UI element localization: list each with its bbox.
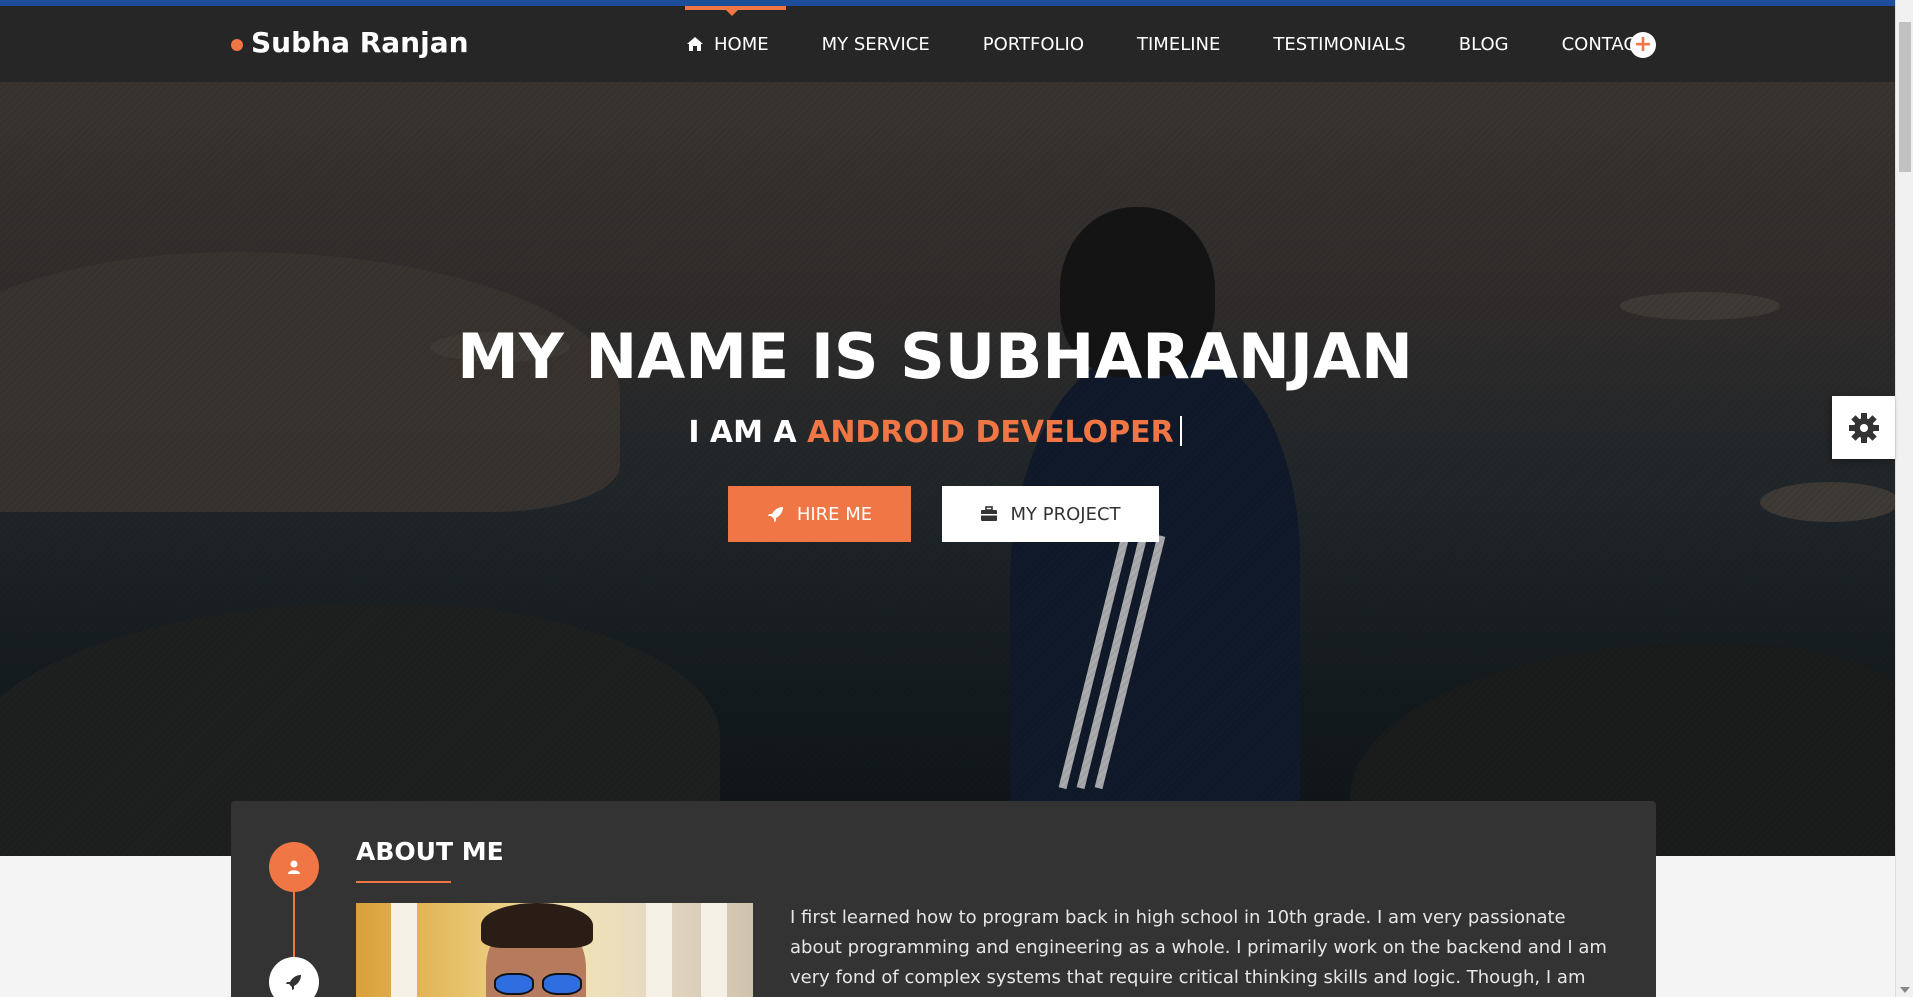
settings-toggle[interactable]: [1832, 396, 1895, 459]
hero-section: MY NAME IS SUBHARANJAN I AM A ANDROID DE…: [0, 82, 1895, 856]
nav-timeline[interactable]: TIMELINE: [1137, 6, 1220, 82]
hero-subtitle: I AM A ANDROID DEVELOPER: [0, 415, 1870, 450]
hero-overlay: [0, 82, 1895, 856]
nav-blog[interactable]: BLOG: [1459, 6, 1509, 82]
user-icon: [288, 860, 300, 874]
nav-timeline-label: TIMELINE: [1137, 33, 1221, 55]
nav-home-label: HOME: [714, 33, 769, 55]
rocket-icon: [286, 975, 301, 990]
scroll-down-arrow[interactable]: [1900, 987, 1910, 993]
plus-icon[interactable]: +: [1630, 32, 1656, 58]
my-project-label: MY PROJECT: [1010, 503, 1121, 525]
hire-me-button[interactable]: HIRE ME: [728, 486, 911, 542]
about-section: ABOUT ME I first learned how to program …: [231, 801, 1656, 997]
about-title-underline: [356, 881, 451, 883]
nav-my-service-label: MY SERVICE: [821, 33, 930, 55]
home-icon: [687, 37, 703, 51]
scrollbar-thumb[interactable]: [1899, 22, 1911, 172]
photo-bg-pillar: [391, 903, 417, 997]
photo-hair: [481, 903, 593, 948]
nav-my-service[interactable]: MY SERVICE: [822, 6, 930, 82]
nav-testimonials[interactable]: TESTIMONIALS: [1273, 6, 1405, 82]
main-menu: HOME MY SERVICE PORTFOLIO TIMELINE TESTI…: [685, 6, 1700, 82]
photo-bg-pillar: [701, 903, 727, 997]
nav-blog-label: BLOG: [1458, 33, 1509, 55]
nav-portfolio[interactable]: PORTFOLIO: [983, 6, 1084, 82]
about-title: ABOUT ME: [356, 837, 504, 866]
hire-me-label: HIRE ME: [796, 503, 873, 525]
briefcase-icon: [981, 506, 998, 521]
nav-testimonials-label: TESTIMONIALS: [1273, 33, 1406, 55]
hero-subtitle-prefix: I AM A: [688, 415, 797, 450]
gear-icon: [1848, 412, 1879, 443]
navbar: Subha Ranjan HOME MY SERVICE PORTFOLIO T…: [0, 6, 1895, 82]
rocket-icon: [767, 507, 783, 522]
timeline-user-badge: [269, 842, 319, 892]
profile-photo: [356, 903, 753, 997]
brand-logo[interactable]: Subha Ranjan: [231, 26, 469, 59]
brand-dot: [231, 38, 243, 51]
photo-bg-pillar: [646, 903, 672, 997]
photo-sunglasses: [494, 973, 582, 995]
hero-title: MY NAME IS SUBHARANJAN: [457, 320, 1413, 393]
my-project-button[interactable]: MY PROJECT: [942, 486, 1159, 542]
brand-name: Subha Ranjan: [251, 26, 469, 59]
timeline-rocket-badge: [269, 957, 319, 997]
nav-portfolio-label: PORTFOLIO: [982, 33, 1084, 55]
hero-subtitle-role: ANDROID DEVELOPER: [807, 415, 1174, 450]
about-text: I first learned how to program back in h…: [790, 907, 1607, 988]
nav-home[interactable]: HOME: [685, 6, 786, 82]
typing-cursor: [1179, 416, 1182, 446]
page-scrollbar[interactable]: [1895, 0, 1913, 997]
